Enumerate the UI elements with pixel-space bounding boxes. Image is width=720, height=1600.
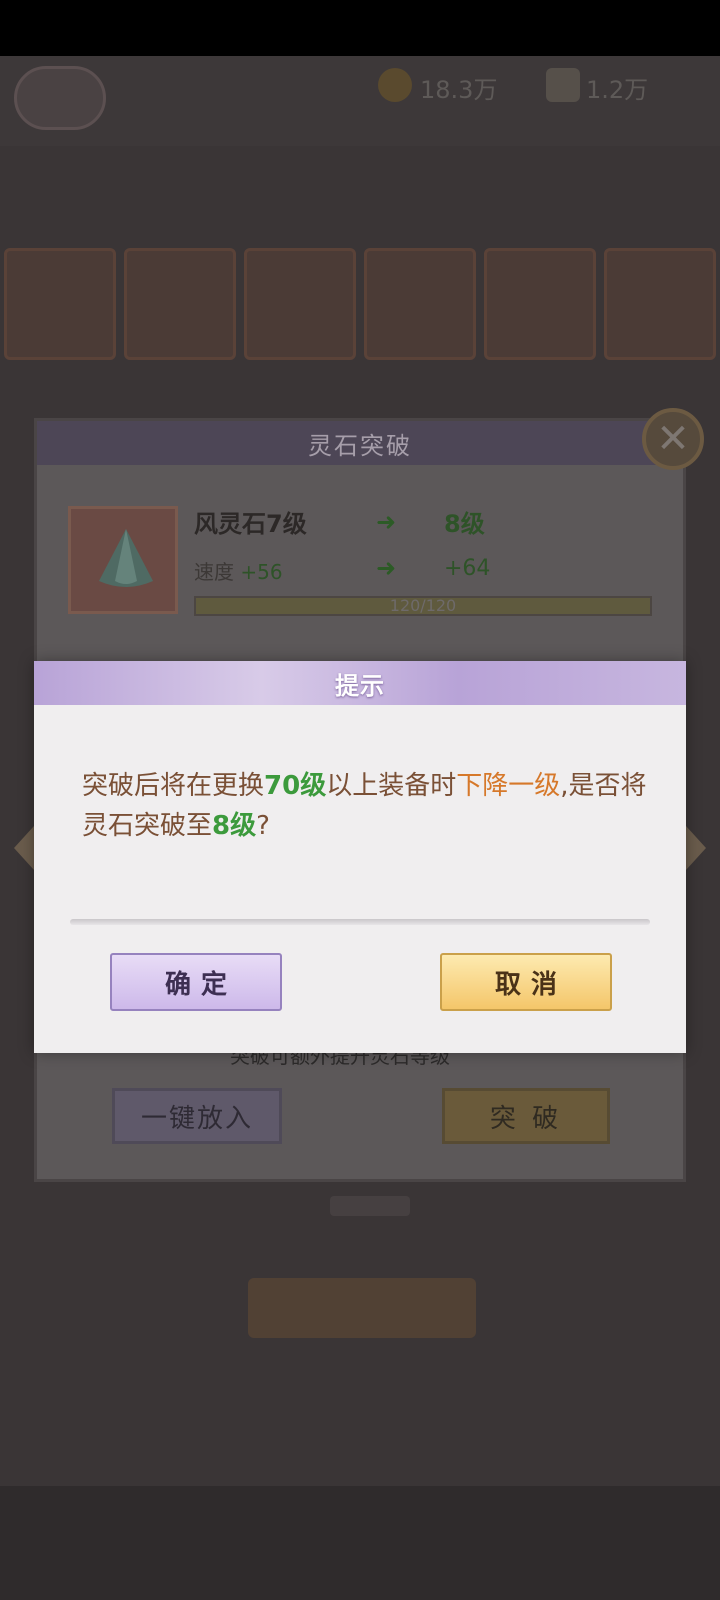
message-text: ? [256,811,270,841]
confirm-button[interactable]: 确定 [110,953,282,1011]
back-button[interactable] [14,66,106,130]
next-arrow-icon[interactable] [686,826,706,870]
stone-slot[interactable] [484,248,596,360]
wind-stone-icon [99,529,153,587]
stone-slot[interactable] [124,248,236,360]
stone-slot[interactable] [604,248,716,360]
stone-name: 风灵石7级 [194,510,307,538]
attr-name: 速度 [194,560,234,584]
dialog-header: 灵石突破 [37,421,683,465]
arrow-right-icon: ➜ [376,554,397,582]
stone-preview [68,506,178,614]
status-bar [0,0,720,56]
attr-current-value: +56 [240,560,283,584]
message-level-threshold: 70级 [264,771,327,801]
progress-bar: 120/120 [194,596,652,616]
stone-slots-row [0,248,720,360]
stone-slot[interactable] [364,248,476,360]
bottom-action-button[interactable] [248,1278,476,1338]
stone-slot[interactable] [4,248,116,360]
gem-value: 1.2万 [586,76,649,104]
prev-arrow-icon[interactable] [14,826,34,870]
close-icon: ✕ [656,416,690,462]
breakthrough-button[interactable]: 突 破 [442,1088,610,1144]
close-button[interactable]: ✕ [642,408,704,470]
message-target-level: 8级 [212,811,257,841]
confirm-modal: 提示 突破后将在更换70级以上装备时下降一级,是否将灵石突破至8级? 确定 取消 [34,661,686,1053]
bottom-nav [0,1486,720,1600]
coin-icon [378,68,412,102]
arrow-right-icon: ➜ [376,508,397,536]
message-text: 以上装备时 [326,771,457,801]
attr-next-value: +64 [444,556,491,581]
modal-title: 提示 [335,671,385,700]
modal-divider [70,919,650,925]
bottom-label [330,1196,410,1216]
message-penalty: 下降一级 [456,771,561,801]
attr-current: 速度 +56 [194,556,283,585]
coin-value: 18.3万 [420,76,498,104]
message-text: 突破后将在更换 [82,771,265,801]
modal-message: 突破后将在更换70级以上装备时下降一级,是否将灵石突破至8级? [82,766,662,846]
stone-slot[interactable] [244,248,356,360]
dialog-title: 灵石突破 [308,431,412,460]
progress-text: 120/120 [389,596,457,615]
next-level: 8级 [444,510,485,538]
put-all-button[interactable]: 一键放入 [112,1088,282,1144]
cancel-button[interactable]: 取消 [440,953,612,1011]
gem-icon [546,68,580,102]
modal-header: 提示 [34,661,686,705]
